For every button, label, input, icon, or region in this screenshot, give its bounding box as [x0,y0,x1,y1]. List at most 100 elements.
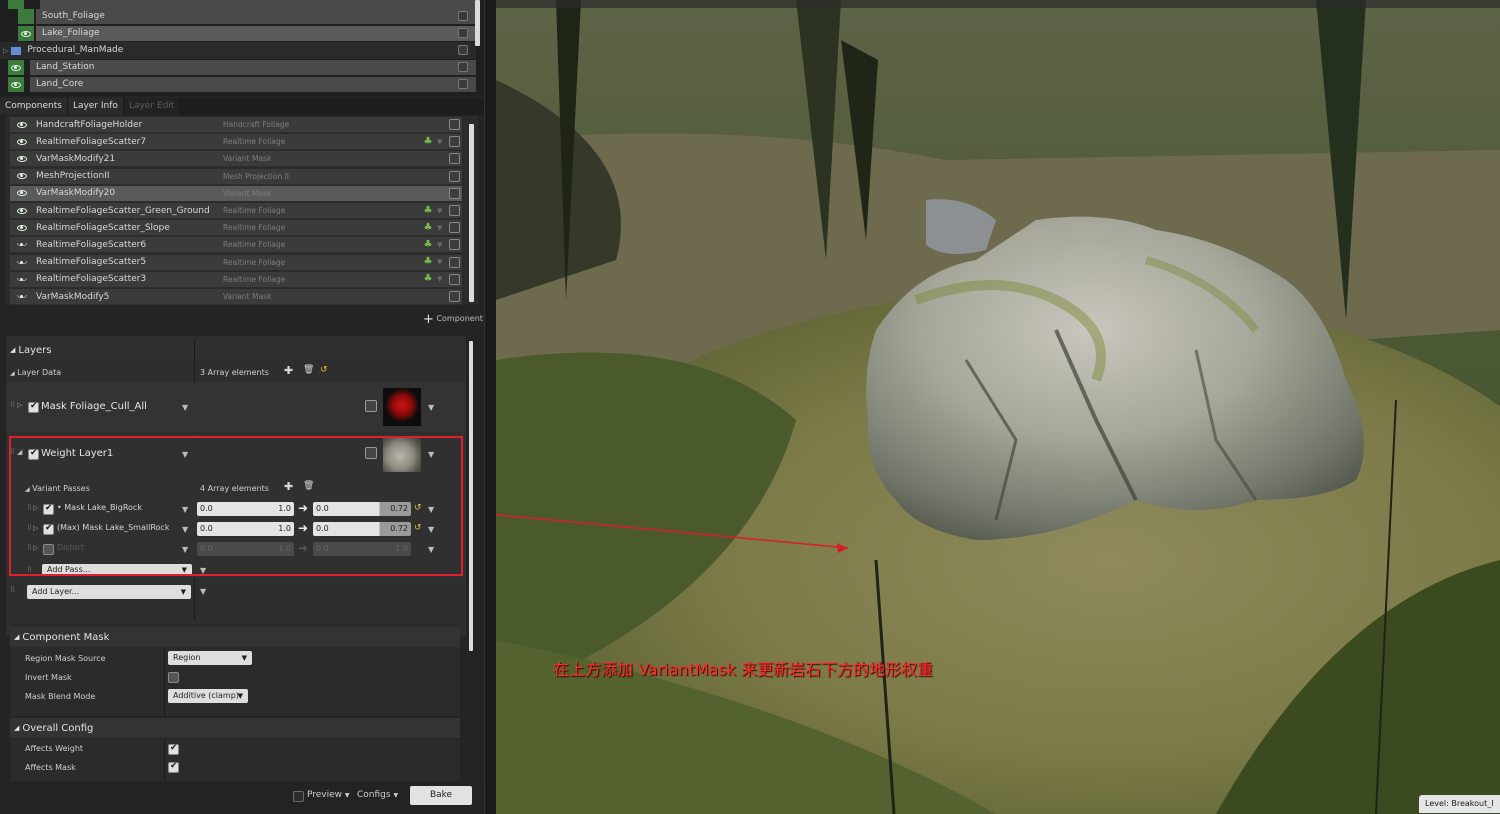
component-row[interactable]: RealtimeFoliageScatter_Slope Realtime Fol… [10,220,462,237]
drag-handle-icon[interactable]: ⠿ [10,401,15,409]
outliner-scrollbar[interactable] [475,0,480,46]
chevron-down-icon[interactable]: ▼ [437,241,445,249]
component-row[interactable]: RealtimeFoliageScatter5 Realtime Foliage ♣… [10,254,462,271]
component-name: VarMaskModify21 [36,153,116,164]
visibility-toggle[interactable] [13,255,31,269]
outliner-row-land-station[interactable]: Land_Station [0,59,476,76]
visibility-toggle[interactable] [13,135,31,149]
component-toggle[interactable] [449,205,460,216]
preview-menu[interactable]: Preview ▼ [307,790,350,800]
component-row[interactable]: RealtimeFoliageScatter3 Realtime Foliage ♣… [10,271,462,288]
component-toggle[interactable] [449,187,460,199]
add-element-icon[interactable]: ✚ [284,364,293,377]
component-name: RealtimeFoliageScatter_Green_Ground [36,205,210,216]
visibility-toggle[interactable] [18,9,34,24]
chevron-down-icon[interactable]: ▼ [182,403,188,412]
component-row[interactable]: VarMaskModify21 Variant Mask [10,151,462,168]
mask-layer-name: Mask Foliage_Cull_All [41,401,147,412]
outliner-row-land-core[interactable]: Land_Core [0,76,476,93]
component-type: Realtime Foliage [223,240,286,250]
affects-weight-checkbox[interactable] [168,743,179,755]
visibility-toggle[interactable] [8,60,24,75]
lock-toggle[interactable] [458,79,468,89]
visibility-toggle[interactable] [18,26,34,41]
bake-button[interactable]: Bake [410,786,472,805]
lock-toggle[interactable] [458,45,468,55]
components-scrollbar[interactable] [469,124,474,302]
trash-icon[interactable]: 🗑 [303,365,314,375]
mask-layer-enabled-checkbox[interactable] [28,401,39,413]
component-toggle[interactable] [449,273,460,285]
tab-layer-edit[interactable]: Layer Edit [123,98,181,115]
component-mask-header[interactable]: ◢ Component Mask [10,627,460,647]
foliage-icon: ♣ [423,221,433,233]
overall-config-header[interactable]: ◢ Overall Config [10,718,460,738]
visibility-toggle[interactable] [8,77,24,92]
visibility-toggle[interactable] [13,238,31,252]
expand-arrow-icon[interactable]: ▷ [3,47,8,55]
preview-checkbox[interactable] [293,791,304,802]
outliner-row-south-foliage[interactable]: South_Foliage [0,8,476,25]
drag-handle-icon[interactable]: ⠿ [10,586,15,594]
component-toggle[interactable] [449,222,460,234]
component-row[interactable]: RealtimeFoliageScatter_Green_Ground Realt… [10,203,462,219]
add-component-button[interactable]: + Component [423,312,483,327]
affects-mask-checkbox[interactable] [168,761,179,773]
browse-icon[interactable] [365,400,377,412]
tab-components[interactable]: Components [0,98,68,115]
component-row[interactable]: RealtimeFoliageScatter7 Realtime Foliage ♣… [10,134,462,151]
add-layer-dropdown[interactable]: Add Layer... ▼ [27,585,191,599]
mask-thumbnail[interactable] [383,388,421,426]
invert-mask-checkbox[interactable] [168,672,179,683]
details-scrollbar[interactable] [469,341,473,651]
visibility-toggle[interactable] [13,221,31,235]
foliage-icon: ♣ [423,273,433,285]
panel-splitter[interactable] [484,0,496,814]
visibility-toggle[interactable] [13,152,31,166]
visibility-toggle[interactable] [13,118,31,132]
visibility-toggle[interactable] [13,272,31,286]
lock-toggle[interactable] [458,62,468,72]
annotation-text: 在上方添加 VariantMask 来更新岩石下方的地形权重 [553,660,934,679]
mask-blend-mode-dropdown[interactable]: Additive (clamp) ▼ [168,689,248,703]
component-row[interactable]: MeshProjectionII Mesh Projection II [10,168,462,185]
tab-layer-info[interactable]: Layer Info [67,98,124,115]
outliner-row-lake-foliage[interactable]: Lake_Foliage [0,25,476,42]
visibility-toggle[interactable] [13,186,31,200]
chevron-down-icon[interactable]: ▼ [437,138,445,146]
eye-icon [17,155,27,162]
outliner-row-procedural-manmade[interactable]: ▷ Procedural_ManMade [0,42,476,59]
component-type: Realtime Foliage [223,223,286,233]
visibility-toggle[interactable] [13,290,31,304]
component-toggle[interactable] [449,153,460,165]
layer-data-label[interactable]: ◢ Layer Data [10,368,61,377]
reset-icon[interactable]: ↺ [320,365,328,375]
visibility-toggle[interactable] [13,204,31,218]
component-toggle[interactable] [449,256,460,268]
configs-menu[interactable]: Configs ▼ [357,790,398,800]
layers-header[interactable]: ◢ Layers [6,340,466,360]
eye-closed-icon [17,243,27,247]
region-mask-source-dropdown[interactable]: Region ▼ [168,651,252,665]
component-toggle[interactable] [449,136,460,148]
component-row[interactable]: VarMaskModify5 Variant Mask [10,289,462,305]
component-toggle[interactable] [449,291,460,302]
expand-arrow-icon[interactable]: ▷ [17,401,22,409]
chevron-down-icon[interactable]: ▼ [437,275,445,283]
visibility-toggle[interactable] [13,169,31,183]
component-toggle[interactable] [449,170,460,182]
lock-toggle[interactable] [458,28,468,38]
component-row[interactable]: HandcraftFoliageHolder Handcraft Foliage [10,117,462,133]
chevron-down-icon[interactable]: ▼ [437,258,445,266]
chevron-down-icon[interactable]: ▼ [437,224,445,232]
component-row[interactable]: RealtimeFoliageScatter6 Realtime Foliage ♣… [10,237,462,254]
collapse-arrow-icon: ◢ [10,346,16,354]
component-row[interactable]: VarMaskModify20 Variant Mask [10,185,462,202]
level-viewport[interactable]: 在上方添加 VariantMask 来更新岩石下方的地形权重 Level: Br… [496,0,1500,814]
chevron-down-icon[interactable]: ▼ [200,587,206,596]
chevron-down-icon[interactable]: ▼ [437,207,445,215]
component-toggle[interactable] [449,119,460,130]
chevron-down-icon[interactable]: ▼ [428,403,434,412]
component-toggle[interactable] [449,239,460,251]
lock-toggle[interactable] [458,11,468,21]
